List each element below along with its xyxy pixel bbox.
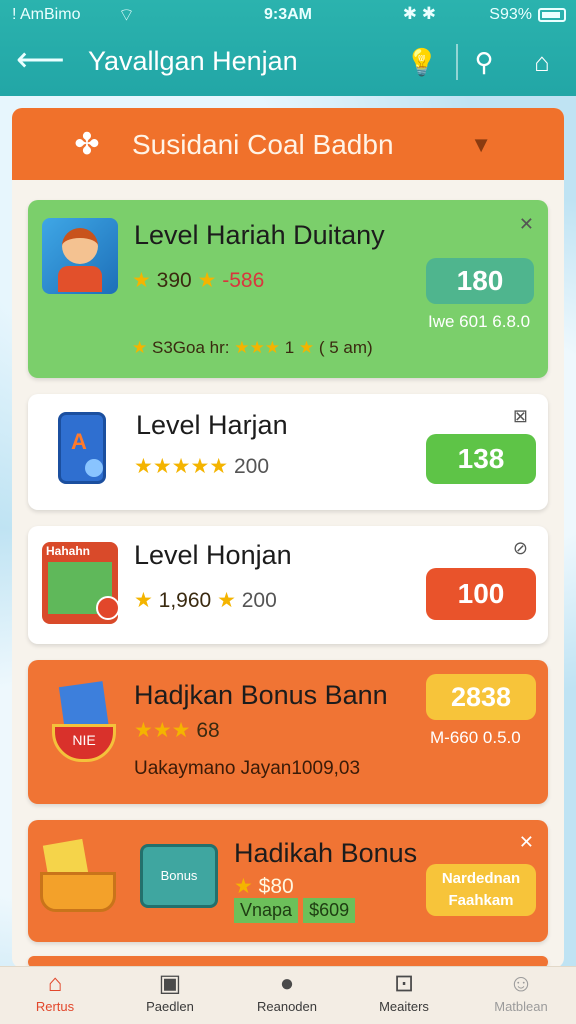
level-stats: ★★★★★ 200 [134,454,269,479]
level-title: Level Harjan [136,410,288,440]
page-title: Yavallgan Henjan [88,46,298,76]
badge-label: NIE [52,724,116,762]
dropdown-label: Susidani Coal Badbn [132,129,394,160]
bonus-card[interactable]: NIE Hadjkan Bonus Bann ★★★ 68 Uakaymano … [28,660,548,804]
star-icon: ★ [298,338,315,357]
level-action-button[interactable]: 100 [426,568,536,620]
score-value: 390 [156,269,192,292]
home-icon: ⌂ [47,970,63,997]
nav-item-box[interactable]: ▣ Paedlen [115,969,225,1023]
score-value: 200 [233,455,270,478]
level-card[interactable]: Level Hariah Duitany ★ 390 ★ -586 ★ S3Go… [28,200,548,378]
bonus-stats: ★ $80 [234,874,294,899]
bonus-stats: ★★★ 68 [134,718,220,743]
target-value: 200 [241,589,277,612]
back-arrow-icon[interactable]: ⟵ [16,40,65,84]
star-icon: ★★★ [234,338,280,357]
briefcase-icon: ⊡ [393,970,415,997]
bonus-value: $80 [258,875,294,898]
nav-item-chat[interactable]: ● Reanoden [232,969,342,1023]
nav-item-briefcase[interactable]: ⊡ Meaiters [349,969,459,1023]
thumbnail-label: Hahahn [46,544,91,558]
star-icon: ★ [134,589,153,612]
level-title: Level Honjan [134,540,292,570]
app-header: ! AmBimo ⌔ 9:3AM ✱ ✱ S93% ⟵ Yavallgan He… [0,0,576,96]
bonus-action-button[interactable]: 2838 [426,674,536,720]
bonus-card[interactable]: Bonus Hadikah Bonus ★ $80 Vnapa $609 ✕ N… [28,820,548,942]
chevron-down-icon: ▼ [470,132,492,157]
search-icon[interactable]: ⚲ [466,44,502,80]
button-line-1: Nardednan [441,870,521,887]
bottom-navigation: ⌂ Rertus ▣ Paedlen ● Reanoden ⊡ Meaiters… [0,966,576,1024]
bonus-claim-button[interactable]: Nardednan Faahkam [426,864,536,916]
status-bar: ! AmBimo ⌔ 9:3AM ✱ ✱ S93% [0,4,576,26]
star-icon: ★ [132,338,148,357]
close-icon[interactable]: ✕ [519,214,534,235]
nav-item-profile[interactable]: ☺ Matblean [466,969,576,1023]
score-value: 1,960 [158,589,212,612]
bonus-value: 68 [196,719,220,742]
star-icon: ★ [197,269,217,292]
bonus-title: Hadikah Bonus [234,838,418,868]
level-thumbnail [42,218,118,294]
star-icon: ★ [234,875,253,898]
gift-basket-icon [40,838,120,912]
reward-label: S3Goa hr: [151,338,230,357]
level-stats: ★ 390 ★ -586 [132,268,264,293]
nav-label: Paedlen [146,999,194,1014]
star-icon: ★ [132,269,151,292]
battery-icon [538,8,566,22]
tag-label: Vnapa [234,898,299,923]
lightbulb-icon[interactable]: 💡 [404,44,440,80]
nav-label: Rertus [35,999,75,1014]
bonus-note: M-660 0.5.0 [430,728,521,747]
penalty-value: -586 [222,269,265,292]
nav-label: Matblean [494,999,548,1014]
star-icon: ★★★ [134,719,191,742]
header-divider [456,44,458,80]
level-card[interactable]: Hahahn Level Honjan ★ 1,960 ★ 200 ⊘ 100 [28,526,548,644]
nav-label: Meaiters [379,999,429,1014]
close-icon[interactable]: ✕ [519,832,534,853]
reward-value: 1 [284,338,295,357]
bonus-tags: Vnapa $609 [234,898,356,923]
treasure-chest-icon: Bonus [140,844,218,908]
chat-bubble-icon: ● [279,970,295,997]
button-line-2: Faahkam [448,892,514,909]
reward-time: ( 5 am) [318,338,373,357]
level-substats: ★ S3Goa hr: ★★★ 1 ★ ( 5 am) [132,338,373,358]
nav-item-home[interactable]: ⌂ Rertus [0,969,110,1023]
tag-value: $609 [303,898,356,923]
shop-icon[interactable]: ⌂ [524,44,560,80]
level-card[interactable]: A Level Harjan ★★★★★ 200 ⊠ 138 [28,394,548,510]
bonus-title: Hadjkan Bonus Bann [134,680,388,710]
dismiss-icon[interactable]: ⊠ [513,406,528,427]
bonus-badge-icon: NIE [42,681,128,766]
level-thumbnail: Hahahn [42,542,120,624]
level-action-button[interactable]: 180 [426,258,534,304]
nav-label: Reanoden [257,999,317,1014]
level-stats: ★ 1,960 ★ 200 [134,588,277,613]
star-rating-icon: ★★★★★ [134,455,229,478]
category-dropdown[interactable]: ✤ Susidani Coal Badbn ▼ [12,108,564,180]
level-note: Iwe 601 6.8.0 [428,312,531,331]
star-icon: ★ [217,589,236,612]
level-title: Level Hariah Duitany [134,220,385,250]
bluetooth-icon: ✱ ✱ [402,4,436,23]
bonus-description: Uakaymano Jayan1009,03 [134,758,361,779]
profile-icon: ☺ [508,970,534,997]
box-icon: ▣ [158,970,182,997]
level-thumbnail: A [58,412,106,484]
battery-percent: S93% [489,6,532,23]
category-logo-icon: ✤ [74,128,100,161]
edit-icon[interactable]: ⊘ [513,538,528,559]
level-action-button[interactable]: 138 [426,434,536,484]
